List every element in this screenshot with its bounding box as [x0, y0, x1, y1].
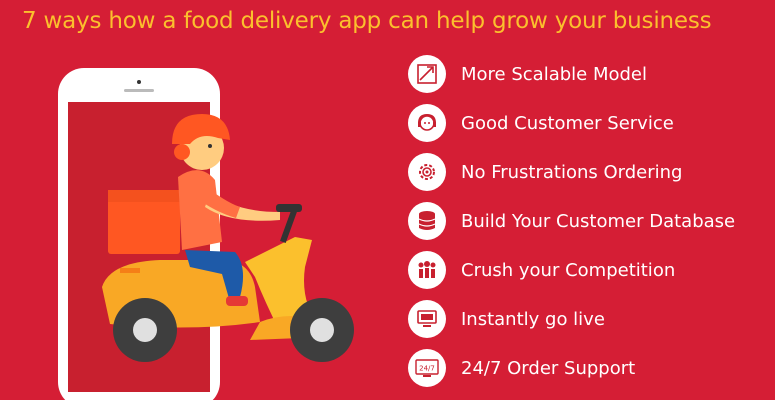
- gear-icon: [408, 153, 446, 191]
- feature-label: Build Your Customer Database: [461, 210, 736, 232]
- delivery-box-icon: [108, 190, 180, 254]
- monitor-icon: [408, 300, 446, 338]
- feature-list: More Scalable Model Good Customer Servic…: [408, 55, 768, 398]
- page-title: 7 ways how a food delivery app can help …: [22, 8, 712, 34]
- feature-label: 24/7 Order Support: [461, 357, 636, 379]
- feature-item: Instantly go live: [408, 300, 768, 338]
- support-agent-icon: [408, 104, 446, 142]
- database-icon: [408, 202, 446, 240]
- delivery-illustration: [58, 68, 354, 400]
- feature-item: No Frustrations Ordering: [408, 153, 768, 191]
- feature-label: Instantly go live: [461, 308, 605, 330]
- feature-item: Crush your Competition: [408, 251, 768, 289]
- feature-item: Good Customer Service: [408, 104, 768, 142]
- clock-24-7-icon: 24/7: [408, 349, 446, 387]
- team-icon: [408, 251, 446, 289]
- feature-item: Build Your Customer Database: [408, 202, 768, 240]
- feature-item: 24/7 24/7 Order Support: [408, 349, 768, 387]
- icon-text: 24/7: [419, 365, 435, 373]
- feature-label: Crush your Competition: [461, 259, 676, 281]
- feature-label: No Frustrations Ordering: [461, 161, 683, 183]
- feature-item: More Scalable Model: [408, 55, 768, 93]
- chart-icon: [408, 55, 446, 93]
- feature-label: Good Customer Service: [461, 112, 674, 134]
- feature-label: More Scalable Model: [461, 63, 647, 85]
